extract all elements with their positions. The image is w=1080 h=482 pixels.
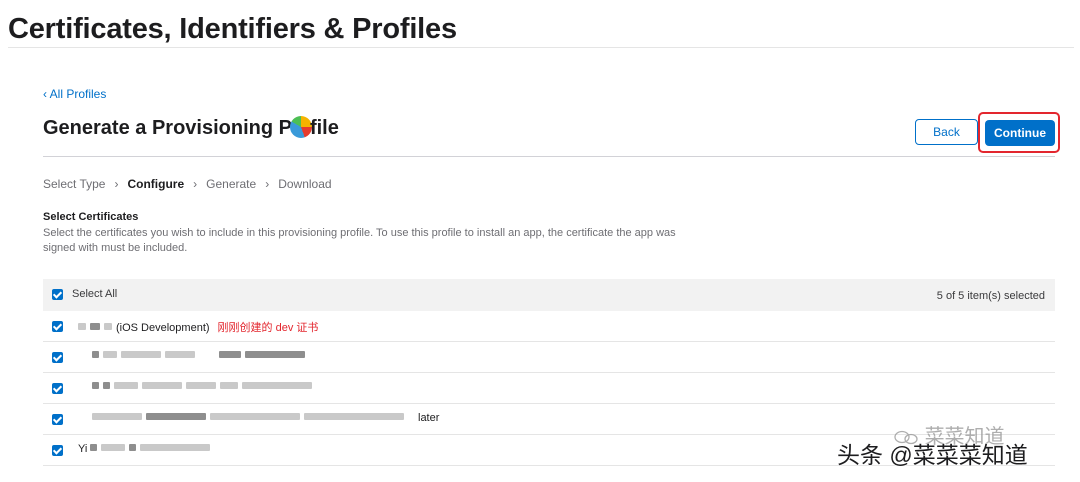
row-checkbox[interactable]	[52, 414, 63, 425]
red-annotation: 刚刚创建的 dev 证书	[217, 322, 319, 334]
table-header: Select All 5 of 5 item(s) selected	[43, 279, 1055, 311]
row-checkbox[interactable]	[52, 352, 63, 363]
chevron-right-icon: ›	[193, 177, 198, 191]
redacted-text	[304, 413, 404, 420]
selected-count: 5 of 5 item(s) selected	[936, 290, 1045, 302]
redacted-text	[245, 351, 305, 358]
page-header: Certificates, Identifiers & Profiles	[8, 10, 1074, 48]
wizard-steps: Select Type › Configure › Generate › Dow…	[43, 177, 332, 191]
redacted-text	[103, 382, 110, 389]
redacted-text	[90, 444, 98, 451]
row-checkbox[interactable]	[52, 445, 63, 456]
redacted-text	[142, 382, 182, 389]
redacted-text	[220, 382, 238, 389]
redacted-text	[90, 323, 100, 330]
redacted-text	[103, 351, 117, 358]
redacted-text	[114, 382, 138, 389]
step-configure: Configure	[127, 177, 185, 191]
redacted-text	[242, 382, 312, 389]
redacted-text	[219, 351, 241, 358]
overlay-logo-icon	[289, 116, 312, 138]
certificate-name: Yi	[78, 443, 88, 455]
select-certificates-title: Select Certificates	[43, 211, 139, 223]
redacted-text	[104, 323, 112, 330]
redacted-text	[146, 413, 206, 420]
continue-highlight-box: Continue	[978, 112, 1060, 153]
section-heading-part1: Generate a Provisioning P	[43, 117, 292, 139]
row-checkbox[interactable]	[52, 321, 63, 332]
certificate-name: (iOS Development)	[116, 322, 210, 334]
row-checkbox[interactable]	[52, 383, 63, 394]
redacted-text	[121, 351, 161, 358]
redacted-text	[165, 351, 195, 358]
certificate-name: later	[418, 412, 440, 424]
redacted-text	[186, 382, 216, 389]
row-label: (iOS Development) 刚刚创建的 dev 证书	[78, 319, 318, 335]
redacted-text	[129, 444, 137, 451]
chevron-right-icon: ›	[265, 177, 270, 191]
select-all-checkbox[interactable]	[52, 289, 63, 300]
select-all-label: Select All	[72, 288, 118, 300]
section-heading-part2: file	[309, 117, 339, 139]
redacted-text	[92, 413, 142, 420]
row-label: later	[78, 412, 439, 424]
table-row[interactable]: (iOS Development) 刚刚创建的 dev 证书	[43, 311, 1055, 342]
step-select-type: Select Type	[43, 177, 106, 191]
table-row[interactable]	[43, 373, 1055, 404]
select-certificates-description: Select the certificates you wish to incl…	[43, 227, 676, 254]
chevron-right-icon: ›	[114, 177, 119, 191]
page-title: Certificates, Identifiers & Profiles	[8, 13, 457, 45]
section-heading: Generate a Provisioning P file	[43, 116, 339, 140]
watermark: 头条 @菜菜菜知道	[837, 442, 1028, 468]
all-profiles-link[interactable]: ‹ All Profiles	[43, 87, 106, 101]
redacted-text	[140, 444, 211, 451]
step-download: Download	[278, 177, 332, 191]
title-row: Generate a Provisioning P file Back Conti…	[43, 112, 1060, 157]
redacted-text	[101, 444, 126, 451]
redacted-text	[210, 413, 300, 420]
row-label	[78, 381, 316, 393]
row-label	[78, 350, 309, 362]
row-label: Yi	[78, 443, 214, 455]
table-row[interactable]	[43, 342, 1055, 373]
step-generate: Generate	[206, 177, 257, 191]
redacted-text	[92, 351, 99, 358]
redacted-text	[92, 382, 99, 389]
continue-button[interactable]: Continue	[985, 120, 1055, 146]
redacted-text	[78, 323, 86, 330]
back-button[interactable]: Back	[915, 119, 978, 145]
